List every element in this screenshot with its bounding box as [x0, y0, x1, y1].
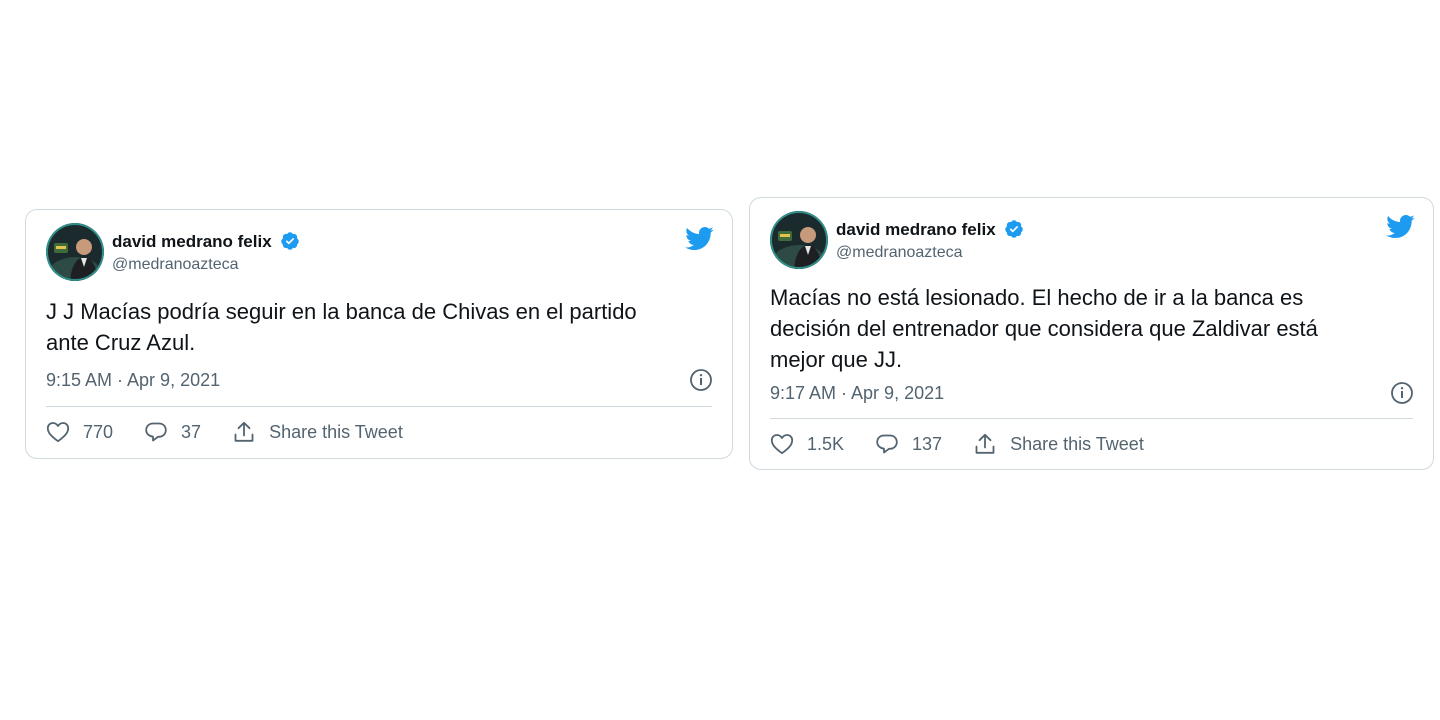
- tweet-timestamp[interactable]: 9:15 AM · Apr 9, 2021: [46, 370, 220, 391]
- author-name[interactable]: david medrano felix: [836, 219, 1024, 240]
- tweet-actions: 770 37 Share this Tweet: [46, 420, 403, 444]
- divider: [770, 418, 1413, 419]
- twitter-bird-icon[interactable]: [1385, 214, 1415, 239]
- author-handle[interactable]: @medranoazteca: [112, 256, 239, 274]
- share-button[interactable]: Share this Tweet: [232, 420, 403, 444]
- reply-button[interactable]: 37: [144, 420, 201, 444]
- tweet-card[interactable]: david medrano felix @medranoazteca J J M…: [25, 209, 733, 459]
- author-name-text[interactable]: david medrano felix: [836, 220, 996, 239]
- tweet-timestamp[interactable]: 9:17 AM · Apr 9, 2021: [770, 383, 944, 404]
- heart-icon: [770, 434, 794, 455]
- like-count: 1.5K: [807, 433, 845, 454]
- share-label: Share this Tweet: [1010, 433, 1144, 454]
- like-button[interactable]: 770: [46, 421, 113, 443]
- reply-count: 137: [912, 433, 943, 454]
- tweet-text: Macías no está lesionado. El hecho de ir…: [770, 285, 1318, 372]
- share-button[interactable]: Share this Tweet: [973, 432, 1144, 456]
- author-handle[interactable]: @medranoazteca: [836, 244, 963, 262]
- like-count: 770: [83, 421, 114, 442]
- verified-badge-icon: [1005, 220, 1024, 238]
- reply-button[interactable]: 137: [875, 432, 942, 456]
- info-icon[interactable]: [1390, 381, 1414, 405]
- heart-icon: [46, 422, 70, 443]
- reply-icon: [145, 422, 167, 442]
- share-icon: [975, 433, 995, 454]
- avatar[interactable]: [770, 211, 828, 269]
- tweet-actions: 1.5K 137 Share this Tweet: [770, 432, 1144, 456]
- avatar[interactable]: [46, 223, 104, 281]
- tweet-text: J J Macías podría seguir en la banca de …: [46, 299, 637, 355]
- divider: [46, 406, 712, 407]
- reply-icon: [876, 434, 898, 454]
- author-name-text[interactable]: david medrano felix: [112, 232, 272, 251]
- share-icon: [234, 421, 254, 442]
- reply-count: 37: [181, 421, 202, 442]
- like-button[interactable]: 1.5K: [770, 433, 844, 455]
- author-name[interactable]: david medrano felix: [112, 231, 300, 252]
- twitter-bird-icon[interactable]: [684, 226, 714, 251]
- tweet-card[interactable]: david medrano felix @medranoazteca Macía…: [749, 197, 1434, 470]
- share-label: Share this Tweet: [269, 421, 403, 442]
- verified-badge-icon: [281, 232, 300, 250]
- info-icon[interactable]: [689, 368, 713, 392]
